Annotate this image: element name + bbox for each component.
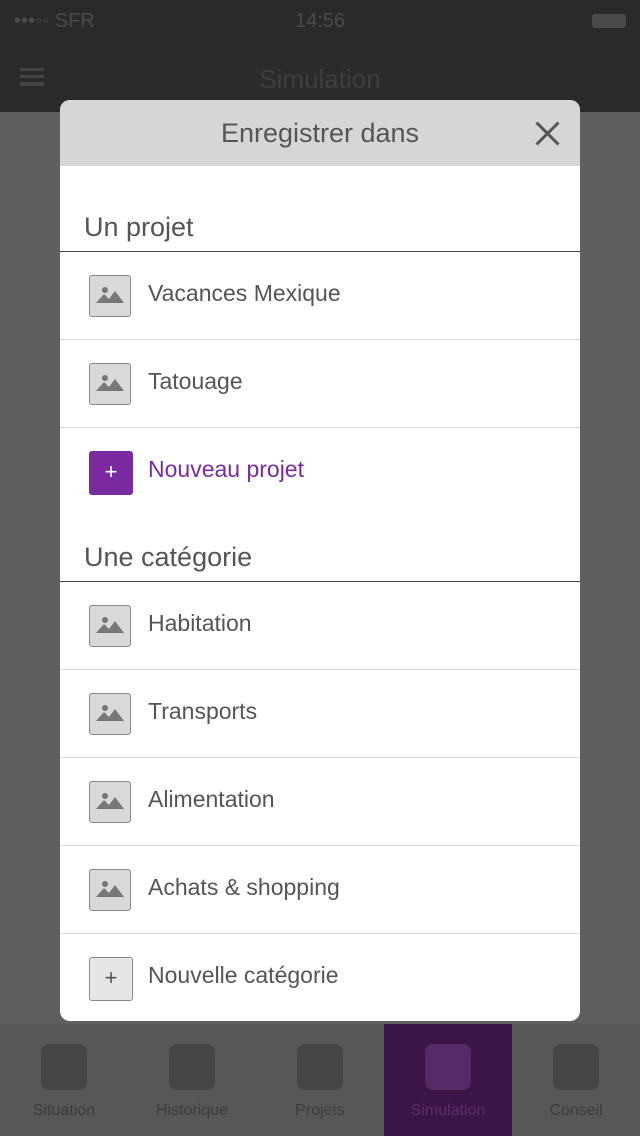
- tab-label: Projets: [295, 1102, 345, 1119]
- new-category-button[interactable]: + Nouvelle catégorie: [60, 934, 580, 1021]
- new-project-button[interactable]: + Nouveau projet: [60, 428, 580, 516]
- transfer-icon: [169, 1044, 215, 1090]
- close-icon[interactable]: [532, 118, 562, 148]
- item-label: Habitation: [148, 610, 252, 636]
- tab-bar: Situation Historique Projets Simulation …: [0, 1024, 640, 1136]
- tab-historique[interactable]: Historique: [128, 1024, 256, 1136]
- category-item-achats-shopping[interactable]: Achats & shopping: [60, 846, 580, 934]
- plus-icon: +: [89, 451, 133, 495]
- category-item-alimentation[interactable]: Alimentation: [60, 758, 580, 846]
- tab-projets[interactable]: Projets: [256, 1024, 384, 1136]
- app-title: Simulation: [259, 64, 381, 94]
- image-icon: [89, 605, 131, 647]
- tab-conseil[interactable]: Conseil: [512, 1024, 640, 1136]
- item-label: Achats & shopping: [148, 874, 340, 900]
- status-bar: •••◦◦ SFR 14:56: [0, 0, 640, 40]
- image-icon: [89, 363, 131, 405]
- project-item-vacances-mexique[interactable]: Vacances Mexique: [60, 252, 580, 340]
- plus-icon: +: [89, 957, 133, 1001]
- item-label: Tatouage: [148, 368, 243, 394]
- dialog-title: Enregistrer dans: [220, 118, 420, 148]
- item-label: Transports: [148, 698, 258, 724]
- image-icon: [89, 781, 131, 823]
- tab-label: Historique: [155, 1102, 229, 1119]
- calculator-icon: [425, 1044, 471, 1090]
- category-item-transports[interactable]: Transports: [60, 670, 580, 758]
- image-icon: [89, 275, 131, 317]
- section-header-categories: Une catégorie: [60, 516, 580, 582]
- category-item-habitation[interactable]: Habitation: [60, 582, 580, 670]
- image-icon: [89, 869, 131, 911]
- image-icon: [89, 693, 131, 735]
- tab-label: Conseil: [549, 1102, 603, 1119]
- new-category-label: Nouvelle catégorie: [148, 962, 339, 988]
- battery-icon: [592, 14, 626, 28]
- advisor-icon: [553, 1044, 599, 1090]
- new-project-label: Nouveau projet: [148, 456, 304, 482]
- section-title: Une catégorie: [84, 542, 253, 572]
- dialog-header: Enregistrer dans: [60, 100, 580, 166]
- section-header-projects: Un projet: [60, 166, 580, 252]
- basket-icon: [41, 1044, 87, 1090]
- project-item-tatouage[interactable]: Tatouage: [60, 340, 580, 428]
- section-title: Un projet: [84, 212, 194, 242]
- item-label: Vacances Mexique: [148, 280, 341, 306]
- clock: 14:56: [294, 10, 346, 32]
- tab-label: Situation: [32, 1102, 96, 1119]
- tab-situation[interactable]: Situation: [0, 1024, 128, 1136]
- save-to-dialog: Enregistrer dans Un projet Vacances Mexi…: [60, 100, 580, 1021]
- item-label: Alimentation: [148, 786, 275, 812]
- tab-label: Simulation: [410, 1102, 486, 1119]
- folder-icon: [297, 1044, 343, 1090]
- tab-simulation[interactable]: Simulation: [384, 1024, 512, 1136]
